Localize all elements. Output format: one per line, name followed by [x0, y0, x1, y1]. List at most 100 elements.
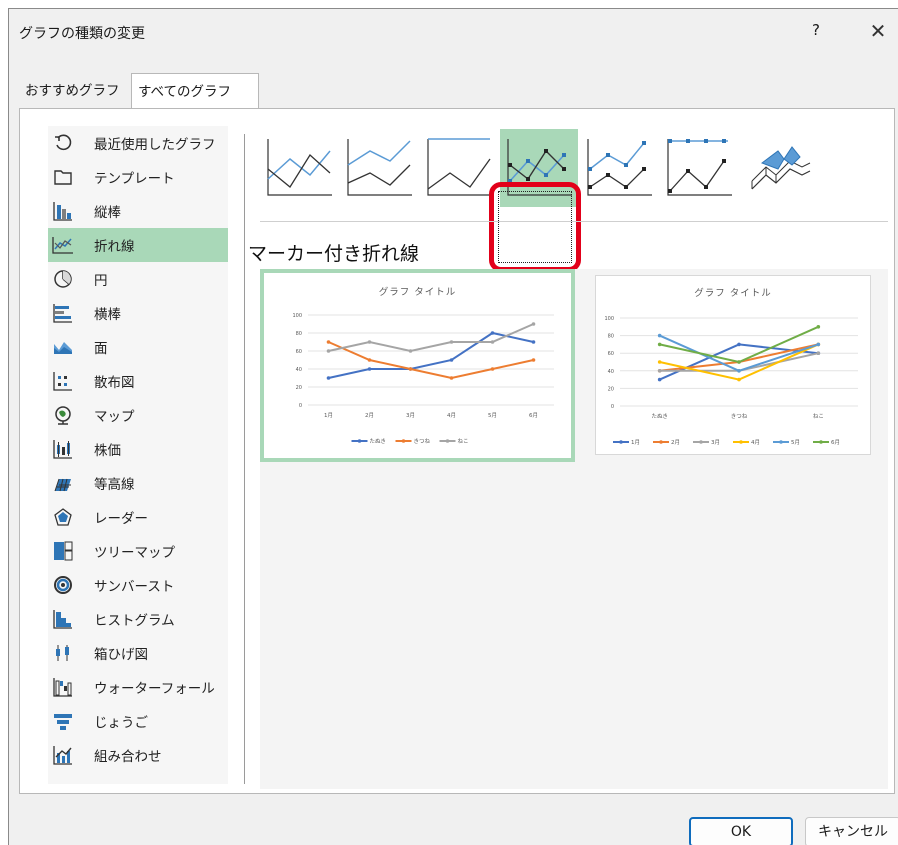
scatter-chart-icon: [52, 370, 74, 392]
3d-line-subtype-icon: [740, 146, 818, 211]
selected-subtype-focus-ring: [498, 191, 572, 263]
x-tick-label: きつね: [731, 413, 748, 420]
data-point: [816, 342, 821, 347]
chart-preview-series-by-row[interactable]: グラフ タイトル 0 20 40 60 80 100 1月 2月 3月 4月 5月 6月 たぬき きつね ねこ: [260, 269, 575, 462]
line-subtype-icon: [260, 139, 338, 211]
stacked-line-subtype-icon: [340, 139, 418, 211]
category-radar[interactable]: レーダー: [48, 500, 228, 534]
chart-preview-series-by-column[interactable]: グラフ タイトル 0 20 40 60 80 100 たぬき きつね ねこ 1月 2月 3月 4月 5月 6月: [595, 275, 871, 455]
category-surface[interactable]: 等高線: [48, 466, 228, 500]
category-line[interactable]: 折れ線: [48, 228, 228, 262]
category-column[interactable]: 縦棒: [48, 194, 228, 228]
pie-chart-icon: [52, 268, 74, 290]
x-tick-label: 4月: [447, 412, 456, 419]
subtype-stacked-line-with-markers[interactable]: [580, 129, 658, 207]
y-tick-label: 80: [296, 331, 302, 337]
category-label: 最近使用したグラフ: [94, 137, 216, 153]
change-chart-type-dialog: グラフの種類の変更 ? ✕ おすすめグラフ すべてのグラフ 最近使用したグラフ …: [8, 8, 898, 845]
chart-title: グラフ タイトル: [694, 287, 772, 299]
category-pie[interactable]: 円: [48, 262, 228, 296]
data-point: [531, 322, 536, 326]
chart-preview-1: グラフ タイトル 0 20 40 60 80 100 1月 2月 3月 4月 5月 6月たぬき きつね ねこ: [292, 286, 554, 445]
legend-label: 2月: [671, 439, 680, 446]
subtype-100-stacked-line[interactable]: [420, 129, 498, 207]
data-point: [408, 367, 413, 371]
category-box-whisker[interactable]: 箱ひげ図: [48, 636, 228, 670]
folder-icon: [52, 166, 74, 188]
treemap-icon: [52, 540, 74, 562]
histogram-icon: [52, 608, 74, 630]
map-chart-icon: [52, 404, 74, 426]
horizontal-separator: [260, 221, 888, 222]
y-tick-label: 40: [608, 369, 614, 375]
tab-all-charts[interactable]: すべてのグラフ: [131, 73, 259, 109]
category-stock[interactable]: 株価: [48, 432, 228, 466]
vertical-separator: [244, 134, 245, 784]
data-point: [367, 340, 372, 344]
subtype-3d-line[interactable]: [740, 129, 818, 207]
subtype-100-stacked-line-with-markers[interactable]: [660, 129, 738, 207]
category-scatter[interactable]: 散布図: [48, 364, 228, 398]
category-label: じょうご: [94, 715, 148, 731]
subtype-line[interactable]: [260, 129, 338, 207]
legend-label: 1月: [631, 439, 640, 446]
data-point: [367, 367, 372, 371]
category-combo[interactable]: 組み合わせ: [48, 738, 228, 772]
subtype-title: マーカー付き折れ線: [248, 243, 420, 265]
cancel-button[interactable]: キャンセル: [805, 817, 898, 845]
ok-button[interactable]: OK: [689, 817, 793, 845]
category-recent[interactable]: 最近使用したグラフ: [48, 126, 228, 160]
close-button[interactable]: ✕: [864, 17, 892, 45]
all-charts-panel: 最近使用したグラフ テンプレート 縦棒 折れ線 円 横棒 面 散布図 マップ 株…: [19, 108, 895, 794]
legend-marker: [357, 439, 362, 443]
data-point: [657, 333, 662, 338]
help-button[interactable]: ?: [806, 21, 826, 39]
surface-chart-icon: [52, 472, 74, 494]
legend-label: 3月: [711, 439, 720, 446]
chart-preview-2: グラフ タイトル 0 20 40 60 80 100 たぬき きつね ねこ 1月 2月 3月 4月 5月 6月: [604, 287, 858, 446]
category-histogram[interactable]: ヒストグラム: [48, 602, 228, 636]
legend-label: 4月: [751, 439, 760, 446]
data-point: [490, 331, 495, 335]
x-tick-label: 5月: [488, 412, 497, 419]
legend-marker: [445, 439, 450, 443]
category-area[interactable]: 面: [48, 330, 228, 364]
category-label: マップ: [94, 409, 135, 425]
category-templates[interactable]: テンプレート: [48, 160, 228, 194]
legend-marker: [699, 440, 703, 444]
data-point: [816, 351, 821, 355]
chart-preview-area: グラフ タイトル 0 20 40 60 80 100 1月 2月 3月 4月 5月 6月 たぬき きつね ねこ…: [260, 269, 888, 789]
category-map[interactable]: マップ: [48, 398, 228, 432]
subtype-stacked-line[interactable]: [340, 129, 418, 207]
category-waterfall[interactable]: ウォーターフォール: [48, 670, 228, 704]
radar-chart-icon: [52, 506, 74, 528]
category-bar[interactable]: 横棒: [48, 296, 228, 330]
category-label: 組み合わせ: [94, 749, 162, 765]
y-tick-label: 40: [296, 367, 302, 373]
data-point: [737, 360, 741, 364]
category-label: レーダー: [94, 511, 148, 527]
category-treemap[interactable]: ツリーマップ: [48, 534, 228, 568]
y-tick-label: 20: [296, 385, 302, 391]
legend-label: きつね: [414, 438, 431, 445]
box-whisker-icon: [52, 642, 74, 664]
legend-marker: [619, 440, 623, 444]
category-label: 縦棒: [94, 205, 121, 221]
chart-title: グラフ タイトル: [379, 286, 457, 298]
category-label: 等高線: [94, 477, 135, 493]
100-stacked-line-with-markers-subtype-icon: [660, 139, 738, 211]
combo-chart-icon: [52, 744, 74, 766]
category-label: 面: [94, 341, 108, 357]
data-point: [326, 349, 331, 353]
y-tick-label: 100: [604, 316, 614, 322]
data-point: [737, 369, 741, 373]
x-tick-label: 1月: [324, 412, 333, 419]
y-tick-label: 0: [611, 404, 614, 410]
data-point: [449, 358, 454, 362]
data-point: [737, 377, 741, 382]
category-funnel[interactable]: じょうご: [48, 704, 228, 738]
tab-recommended-charts[interactable]: おすすめグラフ: [19, 73, 131, 109]
category-sunburst[interactable]: サンバースト: [48, 568, 228, 602]
category-label: 箱ひげ図: [94, 647, 148, 663]
stock-chart-icon: [52, 438, 74, 460]
